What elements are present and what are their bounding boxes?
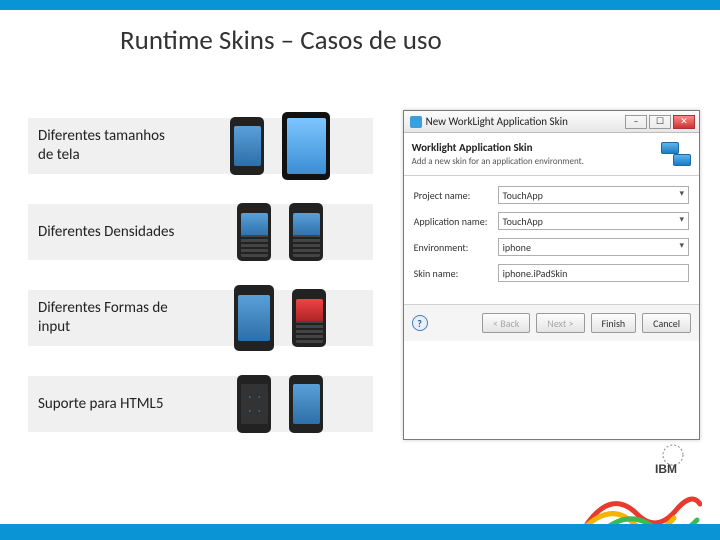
skin-name-label: Skin name: bbox=[414, 267, 498, 280]
dialog-header: Worklight Application Skin Add a new ski… bbox=[404, 133, 699, 176]
phone-icon bbox=[289, 375, 323, 433]
row-densities: Diferentes Densidades bbox=[28, 196, 373, 268]
phone-keyboard-icon bbox=[292, 289, 326, 347]
svg-text:IBM: IBM bbox=[655, 462, 677, 476]
new-skin-dialog: New WorkLight Application Skin – ☐ ✕ Wor… bbox=[403, 110, 700, 440]
project-name-select[interactable]: TouchApp bbox=[498, 186, 689, 204]
help-button[interactable]: ? bbox=[412, 315, 428, 331]
phone-keyboard-icon bbox=[289, 203, 323, 261]
ibm-logo: IBM bbox=[650, 443, 696, 482]
row-screen-sizes: Diferentes tamanhos de tela bbox=[28, 110, 373, 182]
application-name-label: Application name: bbox=[414, 215, 498, 228]
slide-title: Runtime Skins – Casos de uso bbox=[0, 10, 720, 57]
row-devices bbox=[188, 204, 373, 260]
finish-button[interactable]: Finish bbox=[591, 313, 637, 333]
project-name-label: Project name: bbox=[414, 189, 498, 202]
skin-banner-icon bbox=[661, 142, 691, 166]
slide-top-bar bbox=[0, 0, 720, 10]
dialog-subheading: Add a new skin for an application enviro… bbox=[412, 156, 653, 167]
row-label: Diferentes Densidades bbox=[28, 204, 188, 260]
close-button[interactable]: ✕ bbox=[673, 115, 695, 129]
row-inputs: Diferentes Formas de input bbox=[28, 282, 373, 354]
dialog-titlebar: New WorkLight Application Skin – ☐ ✕ bbox=[404, 111, 699, 133]
tablet-icon bbox=[282, 112, 330, 180]
dialog-heading: Worklight Application Skin bbox=[412, 141, 653, 154]
skin-name-input[interactable]: iphone.iPadSkin bbox=[498, 264, 689, 282]
row-devices bbox=[188, 118, 373, 174]
environment-label: Environment: bbox=[414, 241, 498, 254]
row-label: Diferentes tamanhos de tela bbox=[28, 118, 188, 174]
row-label: Suporte para HTML5 bbox=[28, 376, 188, 432]
phone-keyboard-icon bbox=[237, 203, 271, 261]
next-button[interactable]: Next > bbox=[536, 313, 584, 333]
row-devices bbox=[188, 290, 373, 346]
cancel-button[interactable]: Cancel bbox=[642, 313, 691, 333]
phone-icon bbox=[237, 375, 271, 433]
dialog-footer: ? < Back Next > Finish Cancel bbox=[404, 304, 699, 341]
phone-touch-icon bbox=[234, 285, 274, 351]
back-button[interactable]: < Back bbox=[482, 313, 530, 333]
row-label: Diferentes Formas de input bbox=[28, 290, 188, 346]
application-name-select[interactable]: TouchApp bbox=[498, 212, 689, 230]
row-html5: Suporte para HTML5 bbox=[28, 368, 373, 440]
dialog-body: Project name: TouchApp Application name:… bbox=[404, 176, 699, 304]
slide-bottom-bar bbox=[0, 524, 720, 540]
maximize-button[interactable]: ☐ bbox=[649, 115, 671, 129]
content-area: Diferentes tamanhos de tela Diferentes D… bbox=[28, 110, 700, 440]
app-icon bbox=[410, 116, 422, 128]
minimize-button[interactable]: – bbox=[625, 115, 647, 129]
dialog-window-title: New WorkLight Application Skin bbox=[426, 115, 568, 128]
environment-select[interactable]: iphone bbox=[498, 238, 689, 256]
phone-icon bbox=[230, 117, 264, 175]
row-devices bbox=[188, 376, 373, 432]
use-case-list: Diferentes tamanhos de tela Diferentes D… bbox=[28, 110, 373, 440]
